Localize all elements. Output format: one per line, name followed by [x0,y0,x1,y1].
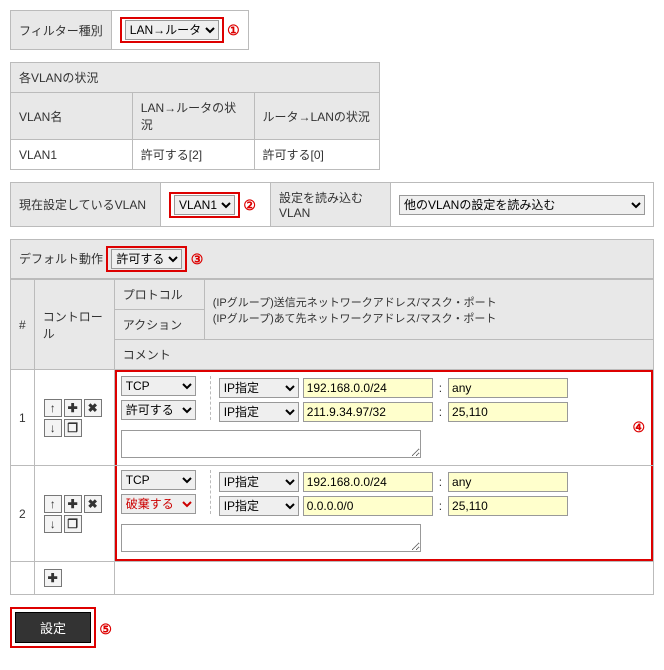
marker-5: ⑤ [99,621,112,638]
src-type-select[interactable]: IP指定 [219,378,299,398]
src-ip-input[interactable] [303,472,433,492]
vlan-cell: 許可する[0] [254,140,379,170]
load-vlan-select[interactable]: 他のVLANの設定を読み込む [399,195,645,215]
vlan-hdr-lan: LAN→ルータの状況 [132,93,254,140]
vlan-status-title: 各VLANの状況 [11,63,380,93]
src-port-input[interactable] [448,378,568,398]
marker-3: ③ [191,251,204,268]
dst-ip-input[interactable] [303,402,433,422]
marker-2: ② [243,197,256,214]
hdr-protocol: プロトコル [114,280,204,310]
filter-type-label: フィルター種別 [11,11,112,50]
hdr-num: # [11,280,35,370]
move-down-button[interactable]: ↓ [44,419,62,437]
colon: : [437,405,444,419]
dst-port-input[interactable] [448,402,568,422]
add-button[interactable]: ✚ [64,495,82,513]
copy-button[interactable]: ❐ [64,515,82,533]
src-type-select[interactable]: IP指定 [219,472,299,492]
colon: : [437,499,444,513]
protocol-select[interactable]: TCP [121,376,196,396]
move-up-button[interactable]: ↑ [44,495,62,513]
current-vlan-label: 現在設定しているVLAN [11,183,161,227]
rule-num: 1 [11,370,35,466]
action-select[interactable]: 破棄する [121,494,196,514]
marker-4: ④ [632,419,645,436]
default-action-label: デフォルト動作 [19,252,103,266]
delete-button[interactable]: ✖ [84,399,102,417]
load-vlan-label: 設定を読み込むVLAN [271,183,391,227]
marker-1: ① [227,22,240,39]
comment-input[interactable] [121,524,421,552]
delete-button[interactable]: ✖ [84,495,102,513]
vlan-cell: VLAN1 [11,140,133,170]
action-select[interactable]: 許可する [121,400,196,420]
hdr-dst: (IPグループ)あて先ネットワークアドレス/マスク・ポート [213,310,645,326]
submit-button[interactable]: 設定 [15,612,91,643]
colon: : [437,475,444,489]
protocol-select[interactable]: TCP [121,470,196,490]
add-rule-button[interactable]: ✚ [44,569,62,587]
src-ip-input[interactable] [303,378,433,398]
hdr-control: コントロール [34,280,114,370]
default-action-select[interactable]: 許可する [111,249,182,269]
vlan-hdr-router: ルータ→LANの状況 [254,93,379,140]
hdr-src: (IPグループ)送信元ネットワークアドレス/マスク・ポート [213,294,645,310]
comment-input[interactable] [121,430,421,458]
move-up-button[interactable]: ↑ [44,399,62,417]
vlan-cell: 許可する[2] [132,140,254,170]
move-down-button[interactable]: ↓ [44,515,62,533]
rule-num: 2 [11,466,35,562]
dst-ip-input[interactable] [303,496,433,516]
hdr-action: アクション [114,310,204,340]
copy-button[interactable]: ❐ [64,419,82,437]
dst-port-input[interactable] [448,496,568,516]
dst-type-select[interactable]: IP指定 [219,402,299,422]
src-port-input[interactable] [448,472,568,492]
current-vlan-select[interactable]: VLAN1 [174,195,235,215]
colon: : [437,381,444,395]
vlan-hdr-name: VLAN名 [11,93,133,140]
filter-type-select[interactable]: LAN→ルータ [125,20,219,40]
add-button[interactable]: ✚ [64,399,82,417]
hdr-comment: コメント [114,340,653,370]
dst-type-select[interactable]: IP指定 [219,496,299,516]
